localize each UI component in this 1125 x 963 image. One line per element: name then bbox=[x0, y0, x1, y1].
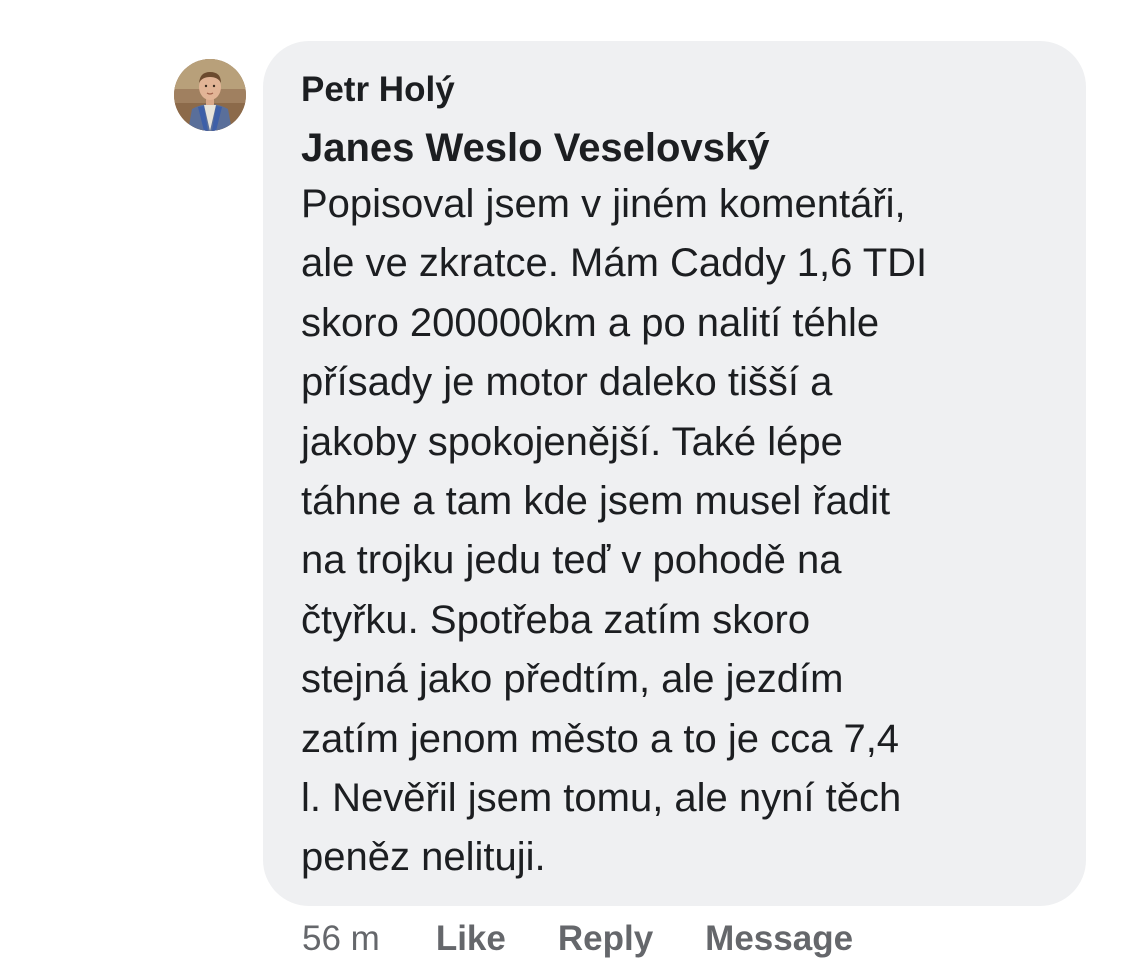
comment-text-line: na trojku jedu teď v pohodě na bbox=[301, 538, 842, 583]
avatar-image bbox=[174, 59, 246, 131]
comment-text-line: ale ve zkratce. Mám Caddy 1,6 TDI bbox=[301, 241, 928, 286]
reply-button[interactable]: Reply bbox=[558, 919, 653, 959]
comment: Petr Holý Janes Weslo Veselovský Popisov… bbox=[0, 0, 1125, 963]
comment-text-line: Popisoval jsem v jiném komentáři, bbox=[301, 182, 906, 226]
comment-text-line: stejná jako předtím, ale jezdím bbox=[301, 657, 844, 702]
comment-text-line: peněz nelituji. bbox=[301, 835, 546, 880]
comment-text-line: čtyřku. Spotřeba zatím skoro bbox=[301, 597, 811, 642]
message-button[interactable]: Message bbox=[705, 919, 853, 959]
comment-text-line: l. Nevěřil jsem tomu, ale nyní těch bbox=[301, 775, 902, 820]
like-button[interactable]: Like bbox=[436, 919, 506, 959]
avatar[interactable] bbox=[174, 59, 246, 131]
timestamp[interactable]: 56 m bbox=[302, 919, 380, 959]
comment-text-line: skoro 200000km a po nalití téhle bbox=[301, 300, 880, 345]
comment-text-line: přísady je motor daleko tišší a bbox=[301, 360, 833, 405]
comment-bubble: Petr Holý Janes Weslo Veselovský Popisov… bbox=[263, 41, 1086, 906]
comment-text-line: jakoby spokojenější. Také lépe bbox=[301, 419, 843, 464]
comment-text: Popisoval jsem v jiném komentáři, ale ve… bbox=[301, 175, 1052, 888]
author-name[interactable]: Petr Holý bbox=[301, 69, 1052, 111]
comment-text-line: táhne a tam kde jsem musel řadit bbox=[301, 478, 891, 523]
mentioned-user[interactable]: Janes Weslo Veselovský bbox=[301, 123, 1052, 173]
comment-actions: 56 m Like Reply Message bbox=[302, 916, 853, 962]
comment-text-line: zatím jenom město a to je cca 7,4 bbox=[301, 716, 900, 761]
